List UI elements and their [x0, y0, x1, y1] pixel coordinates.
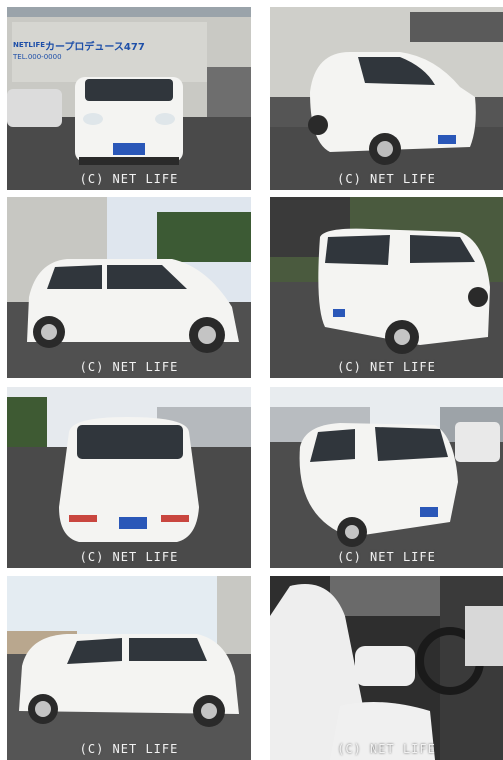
photo-front[interactable]: NETLIFE カープロデュース477 TEL.000-0000 (C) NET… [7, 7, 251, 190]
photo-front-three-quarter[interactable]: (C) NET LIFE [270, 7, 503, 190]
shop-sign-phone: TEL.000-0000 [13, 53, 62, 61]
watermark: (C) NET LIFE [337, 172, 436, 186]
photo-side-b[interactable]: (C) NET LIFE [7, 576, 251, 760]
watermark: (C) NET LIFE [337, 550, 436, 564]
photo-rear[interactable]: (C) NET LIFE [7, 387, 251, 568]
watermark: (C) NET LIFE [79, 360, 179, 374]
watermark: (C) NET LIFE [337, 742, 436, 756]
car-interior-image [270, 576, 503, 760]
car-side-image [7, 197, 251, 378]
car-rear-image [7, 387, 251, 568]
car-side-image [7, 576, 251, 760]
car-front-image [7, 7, 251, 190]
car-front-three-quarter-image [270, 7, 503, 190]
photo-rear-three-quarter-a[interactable]: (C) NET LIFE [270, 197, 503, 378]
photo-rear-three-quarter-b[interactable]: (C) NET LIFE [270, 387, 503, 568]
watermark: (C) NET LIFE [337, 360, 436, 374]
shop-sign-name: カープロデュース477 [45, 42, 145, 53]
photo-side[interactable]: (C) NET LIFE [7, 197, 251, 378]
watermark: (C) NET LIFE [79, 742, 179, 756]
watermark: (C) NET LIFE [79, 172, 179, 186]
photo-interior[interactable]: (C) NET LIFE [270, 576, 503, 760]
car-rear-three-quarter-image [270, 197, 503, 378]
car-rear-three-quarter-image [270, 387, 503, 568]
shop-sign-brand: NETLIFE [13, 41, 46, 49]
watermark: (C) NET LIFE [79, 550, 179, 564]
